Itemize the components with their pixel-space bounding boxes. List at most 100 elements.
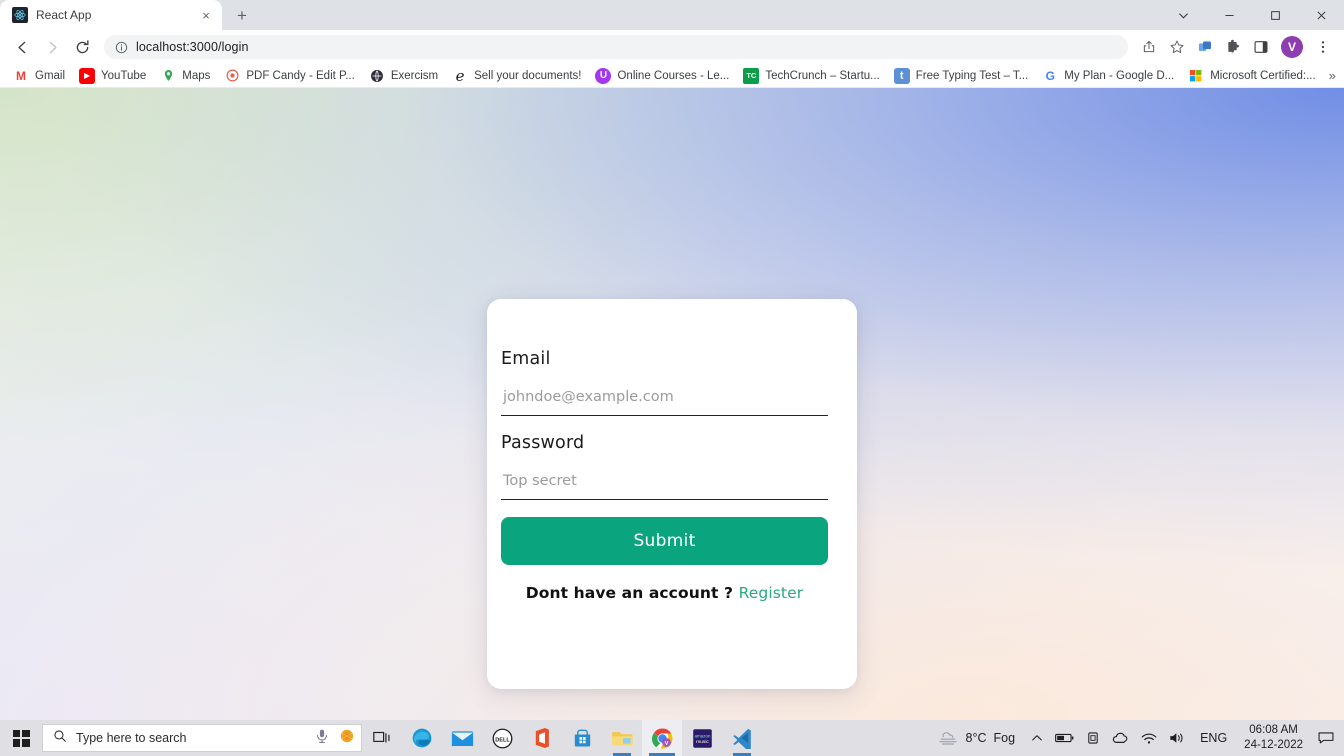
extensions-icon[interactable]: [1220, 34, 1246, 60]
gmail-icon: M: [13, 67, 29, 84]
bookmark-label: Maps: [182, 69, 211, 82]
taskbar-app-office[interactable]: [522, 720, 562, 756]
udemy-icon: U: [595, 67, 612, 84]
close-icon[interactable]: [1298, 0, 1344, 30]
bookmark-label: Sell your documents!: [474, 69, 582, 82]
login-card: Email Password Submit Dont have an accou…: [487, 299, 857, 689]
bookmark-item[interactable]: Maps: [153, 66, 217, 86]
weather-temperature: 8°C: [965, 731, 987, 745]
address-bar[interactable]: localhost:3000/login: [104, 35, 1128, 59]
three-dot-menu-icon[interactable]: [1310, 34, 1336, 60]
onedrive-icon[interactable]: [1080, 720, 1106, 756]
microsoft-icon: [1188, 68, 1204, 84]
taskbar-app-edge[interactable]: [402, 720, 442, 756]
show-hidden-icons-chevron[interactable]: [1025, 720, 1049, 756]
bookmark-label: YouTube: [101, 69, 147, 82]
login-form: Email Password Submit Dont have an accou…: [501, 349, 843, 602]
tab-close-icon[interactable]: ×: [198, 7, 214, 23]
bookmark-label: Free Typing Test – T...: [915, 69, 1029, 82]
screen: React App × + localhost:3000/login V M G…: [0, 0, 1344, 756]
share-icon[interactable]: [1136, 34, 1162, 60]
bookmark-item[interactable]: G My Plan - Google D...: [1035, 66, 1181, 86]
svg-text:music: music: [696, 739, 709, 745]
taskbar-app-amazon-music[interactable]: amazon music: [682, 720, 722, 756]
address-bar-url: localhost:3000/login: [136, 40, 249, 54]
side-panel-icon[interactable]: [1248, 34, 1274, 60]
search-placeholder: Type here to search: [76, 731, 187, 745]
start-button[interactable]: [0, 720, 42, 756]
cortana-microphone-icon[interactable]: [314, 728, 330, 749]
meet-now-icon[interactable]: [339, 728, 355, 749]
svg-text:amazon: amazon: [694, 733, 711, 738]
weather-widget[interactable]: 8°C Fog: [931, 728, 1026, 749]
bookmark-item[interactable]: M Gmail: [6, 66, 72, 86]
bookmark-label: Gmail: [35, 69, 66, 82]
register-prompt-row: Dont have an account ? Register: [501, 584, 828, 602]
new-tab-button[interactable]: +: [228, 1, 256, 29]
weather-description: Fog: [993, 731, 1016, 745]
bookmark-label: Online Courses - Le...: [617, 69, 730, 82]
taskbar-app-vscode[interactable]: [722, 720, 762, 756]
bookmark-item[interactable]: t Free Typing Test – T...: [887, 66, 1036, 86]
studocu-icon: e: [455, 66, 465, 85]
taskbar-app-mail[interactable]: [442, 720, 482, 756]
bookmark-label: PDF Candy - Edit P...: [246, 69, 355, 82]
maximize-icon[interactable]: [1252, 0, 1298, 30]
bookmark-item[interactable]: PDF Candy - Edit P...: [217, 66, 361, 86]
taskbar-app-chrome[interactable]: V: [642, 720, 682, 756]
tab-groups-icon[interactable]: [1192, 34, 1218, 60]
email-label: Email: [501, 349, 551, 369]
google-drive-icon: G: [1045, 68, 1055, 83]
cloud-icon[interactable]: [1106, 720, 1135, 756]
email-input[interactable]: [501, 382, 828, 416]
forward-arrow-icon[interactable]: [38, 33, 66, 61]
submit-button[interactable]: Submit: [501, 517, 828, 565]
site-info-icon[interactable]: [114, 40, 128, 54]
bookmark-label: TechCrunch – Startu...: [765, 69, 880, 82]
search-icon: [53, 729, 67, 748]
tab-search-chevron-down-icon[interactable]: [1160, 0, 1206, 30]
battery-icon[interactable]: [1049, 720, 1080, 756]
bookmark-item[interactable]: Exercism: [362, 66, 445, 86]
taskbar-clock[interactable]: 06:08 AM 24-12-2022: [1235, 723, 1312, 752]
wifi-icon[interactable]: [1135, 720, 1163, 756]
techcrunch-icon: TC: [743, 67, 760, 84]
window-controls: [1160, 0, 1344, 30]
browser-toolbar: localhost:3000/login V: [0, 30, 1344, 64]
taskbar-app-file-explorer[interactable]: [602, 720, 642, 756]
system-tray: 8°C Fog ENG 06:08 AM 24-12-2022: [931, 720, 1344, 756]
clock-time: 06:08 AM: [1249, 724, 1298, 737]
youtube-icon: ▶: [79, 67, 96, 84]
fog-cloud-icon: [937, 728, 959, 749]
bookmark-item[interactable]: TC TechCrunch – Startu...: [736, 66, 886, 86]
react-logo-icon: [12, 7, 28, 23]
password-input[interactable]: [501, 466, 828, 500]
tab-title: React App: [36, 8, 92, 22]
taskbar-app-dell[interactable]: DELL: [482, 720, 522, 756]
speaker-icon[interactable]: [1163, 720, 1192, 756]
taskbar-app-store[interactable]: [562, 720, 602, 756]
taskbar-search-box[interactable]: Type here to search: [42, 724, 362, 752]
profile-avatar[interactable]: V: [1281, 36, 1303, 58]
bookmarks-overflow-button[interactable]: »: [1323, 68, 1342, 83]
bookmark-star-icon[interactable]: [1164, 34, 1190, 60]
language-indicator[interactable]: ENG: [1192, 731, 1235, 745]
back-arrow-icon[interactable]: [8, 33, 36, 61]
bookmark-item[interactable]: Microsoft Certified:...: [1181, 66, 1322, 86]
browser-tab[interactable]: React App ×: [0, 0, 222, 30]
task-view-icon[interactable]: [362, 720, 402, 756]
bookmark-item[interactable]: ▶ YouTube: [72, 66, 153, 86]
minimize-icon[interactable]: [1206, 0, 1252, 30]
register-link[interactable]: Register: [739, 584, 804, 602]
windows-logo-icon: [12, 729, 30, 747]
bookmarks-bar: M Gmail ▶ YouTube Maps PDF Candy - Edit …: [0, 64, 1344, 88]
bookmark-item[interactable]: e Sell your documents!: [445, 66, 588, 86]
action-center-icon[interactable]: [1312, 720, 1340, 756]
bookmark-item[interactable]: U Online Courses - Le...: [588, 66, 736, 86]
reload-icon[interactable]: [68, 33, 96, 61]
exercism-icon: [369, 68, 385, 84]
pdf-candy-icon: [224, 68, 240, 84]
bookmark-label: My Plan - Google D...: [1064, 69, 1175, 82]
bookmark-label: Microsoft Certified:...: [1210, 69, 1316, 82]
page-viewport: Email Password Submit Dont have an accou…: [0, 88, 1344, 720]
